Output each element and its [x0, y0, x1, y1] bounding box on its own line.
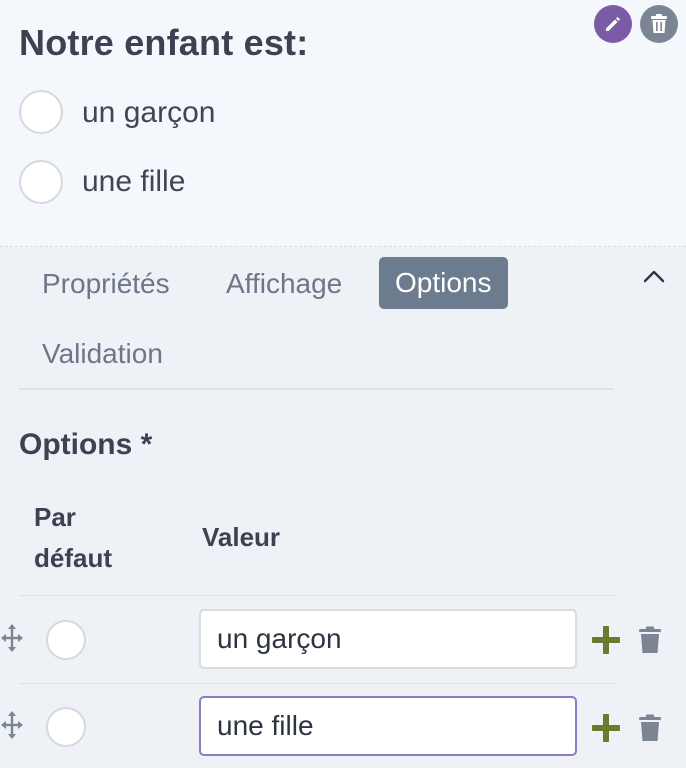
- tab-proprietes[interactable]: Propriétés: [26, 258, 186, 310]
- choice-radio-fille[interactable]: [19, 160, 63, 204]
- row-divider: [19, 683, 614, 684]
- question-title: Notre enfant est:: [19, 22, 309, 63]
- choice-label-fille: une fille: [82, 165, 186, 198]
- header-default-line1: Par: [34, 502, 76, 532]
- option-value-input-row1[interactable]: [199, 609, 577, 669]
- trash-icon: [651, 14, 667, 33]
- option-value-input-row2[interactable]: [199, 696, 577, 756]
- tab-affichage[interactable]: Affichage: [210, 258, 358, 310]
- question-preview: Notre enfant est: un garçon une fille: [0, 0, 686, 247]
- add-option-button[interactable]: [590, 624, 622, 656]
- pencil-icon: [606, 17, 620, 31]
- delete-question-button[interactable]: [640, 5, 678, 43]
- header-default-line2: défaut: [34, 543, 112, 573]
- choice-label-garcon: un garçon: [82, 96, 216, 129]
- default-radio-row2[interactable]: [46, 707, 86, 747]
- choice-radio-garcon[interactable]: [19, 90, 63, 134]
- edit-question-button[interactable]: [594, 5, 632, 43]
- tabs-divider: [19, 388, 614, 390]
- drag-handle-icon[interactable]: [0, 622, 24, 654]
- delete-option-button[interactable]: [638, 714, 662, 742]
- header-value: Valeur: [202, 522, 281, 552]
- drag-handle-icon[interactable]: [0, 709, 24, 741]
- row-divider: [19, 595, 614, 596]
- default-radio-row1[interactable]: [46, 620, 86, 660]
- tab-validation[interactable]: Validation: [26, 328, 179, 380]
- tab-options[interactable]: Options: [379, 257, 508, 309]
- delete-option-button[interactable]: [638, 626, 662, 654]
- add-option-button[interactable]: [590, 712, 622, 744]
- options-section-title: Options *: [19, 428, 153, 461]
- chevron-up-icon: [643, 270, 665, 283]
- collapse-button[interactable]: [640, 262, 668, 290]
